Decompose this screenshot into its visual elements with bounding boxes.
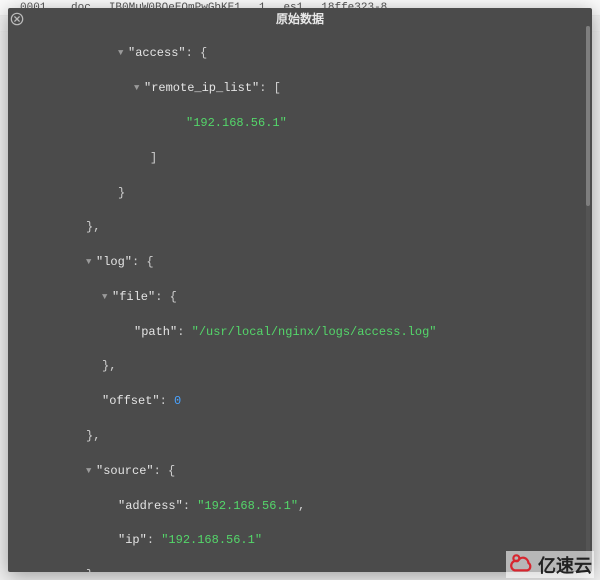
json-key: "address" xyxy=(118,499,183,513)
caret-icon[interactable]: ▼ xyxy=(118,47,128,60)
json-string: "/usr/local/nginx/logs/access.log" xyxy=(192,325,437,339)
json-key: "offset" xyxy=(102,394,160,408)
json-number: 0 xyxy=(174,394,181,408)
watermark: 亿速云 xyxy=(506,551,594,578)
caret-icon[interactable]: ▼ xyxy=(102,291,112,304)
caret-icon[interactable]: ▼ xyxy=(86,465,96,478)
caret-icon[interactable]: ▼ xyxy=(86,256,96,269)
json-string: "192.168.56.1" xyxy=(197,499,298,513)
json-key: "access" xyxy=(128,46,186,60)
panel-title: 原始数据 xyxy=(8,8,592,18)
json-key: "ip" xyxy=(118,533,147,547)
json-key: "path" xyxy=(134,325,177,339)
scrollbar-thumb[interactable] xyxy=(586,26,590,206)
json-string: "192.168.56.1" xyxy=(161,533,262,547)
json-key: "source" xyxy=(96,464,154,478)
watermark-logo-icon xyxy=(508,551,534,578)
json-key: "file" xyxy=(112,290,155,304)
json-key: "remote_ip_list" xyxy=(144,81,259,95)
raw-data-panel: 原始数据 ▼"access": { ▼"remote_ip_list": [ "… xyxy=(8,8,592,572)
json-string: "192.168.56.1" xyxy=(186,116,287,130)
json-key: "log" xyxy=(96,255,132,269)
watermark-text: 亿速云 xyxy=(538,552,592,578)
json-viewer[interactable]: ▼"access": { ▼"remote_ip_list": [ "192.1… xyxy=(8,28,592,572)
caret-icon[interactable]: ▼ xyxy=(134,82,144,95)
